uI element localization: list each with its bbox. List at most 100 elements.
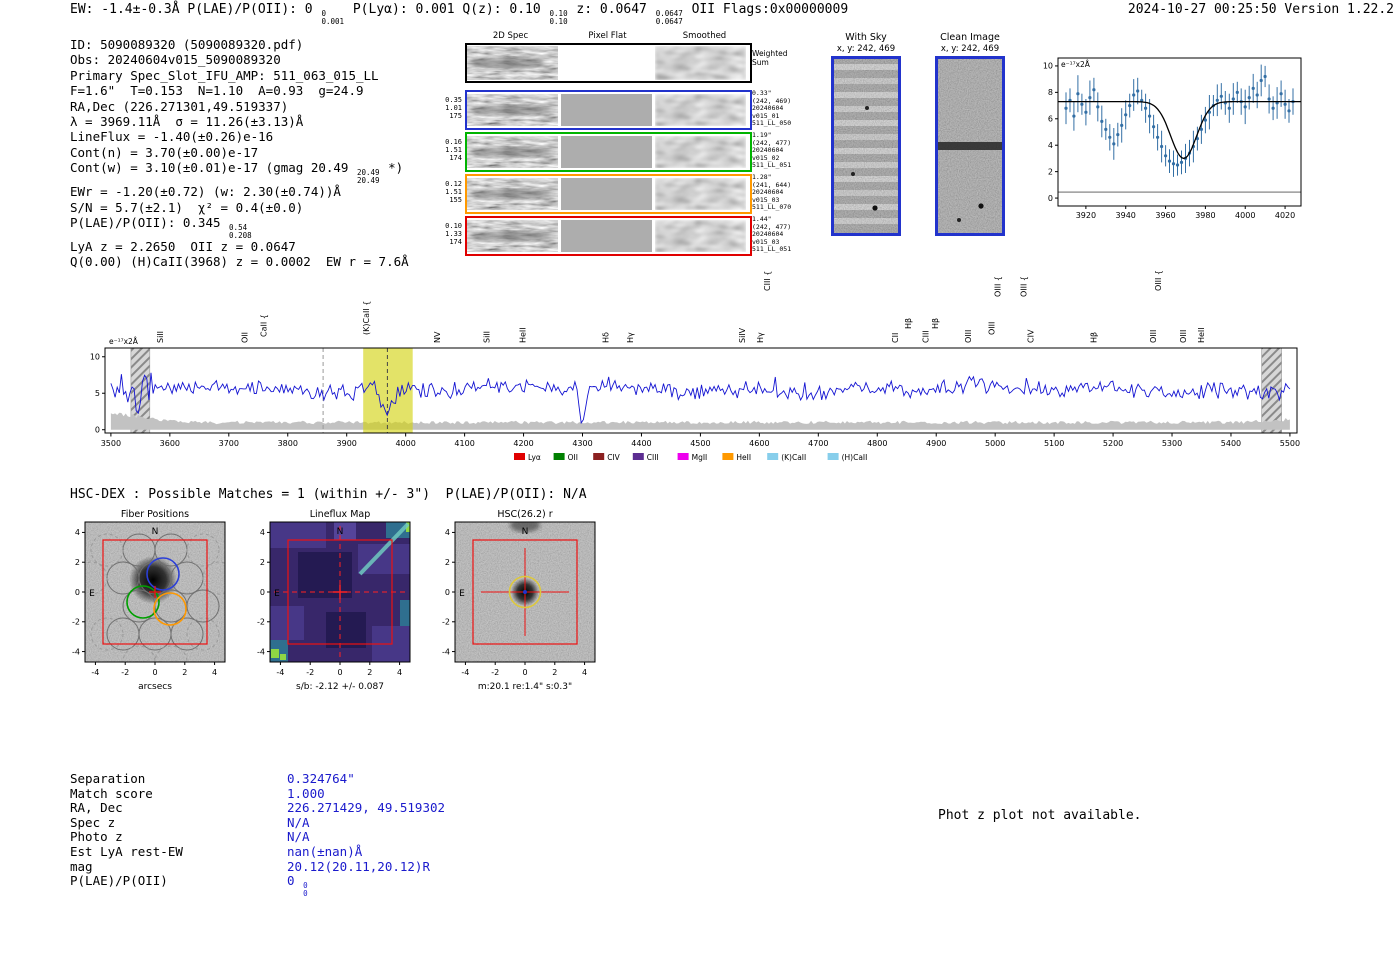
fiber-row-id-labels: 1.19" (242, 477) 20240604 v015_02 511_LL_051 bbox=[752, 131, 792, 170]
info-line: S/N = 5.7(±2.1) χ² = 0.4(±0.0) bbox=[70, 199, 304, 215]
masked-region bbox=[1261, 347, 1282, 434]
match-field-label: Match score bbox=[70, 785, 153, 801]
timestamp-version: 2024-10-27 00:25:50 Version 1.22.2 bbox=[1127, 2, 1394, 17]
photz-unavailable-note: Phot z plot not available. bbox=[938, 808, 1142, 823]
svg-text:8: 8 bbox=[1048, 88, 1053, 97]
weighted-2dspec-image bbox=[467, 46, 558, 80]
flux-patch bbox=[270, 606, 304, 640]
spectral-line-labels: SiII OII CaII {(K)CaII {NV SiII HeII Hδ Hγ SiIV… bbox=[156, 270, 1206, 343]
svg-text:-2: -2 bbox=[121, 668, 129, 677]
cutout-title: Fiber Positions bbox=[121, 509, 189, 520]
info-line: P(LAE)/P(OII): 0.345 0.54 0.208 bbox=[70, 215, 252, 240]
detection-info-block: ID: 5090089320 (5090089320.pdf) Obs: 2024… bbox=[70, 37, 409, 270]
svg-text:0: 0 bbox=[445, 588, 450, 597]
compass-east: E bbox=[274, 589, 280, 599]
svg-text:2: 2 bbox=[552, 668, 557, 677]
match-field-label: RA, Dec bbox=[70, 800, 123, 816]
svg-text:-2: -2 bbox=[257, 618, 265, 627]
svg-text:-4: -4 bbox=[91, 668, 99, 677]
source-trace-band bbox=[937, 142, 1003, 150]
weighted-pixelflat-image bbox=[561, 46, 652, 80]
svg-text:0: 0 bbox=[95, 426, 100, 435]
match-field-value: N/A bbox=[287, 829, 310, 845]
legend-label: Lyα bbox=[528, 453, 541, 462]
svg-text:0: 0 bbox=[1048, 194, 1053, 203]
line-fit-zoom-chart: 0 2 4 6 8 10 3920 3940 3960 3980 4000 4020 e⁻¹⁷x2Å bbox=[1030, 48, 1305, 232]
legend-swatch bbox=[722, 453, 734, 460]
svg-text:2: 2 bbox=[367, 668, 372, 677]
cutout-svg: HSC(26.2) r N E -4 -4 -2 -2 0 0 2 2 4 4 m:20.1 re:1… bbox=[442, 509, 596, 692]
legend-label: CIV bbox=[607, 453, 620, 462]
match-table-row: Spec z N/A bbox=[70, 814, 445, 831]
svg-text:5100: 5100 bbox=[1044, 439, 1064, 448]
match-field-value: 1.000 bbox=[287, 785, 325, 801]
detection-highlight-band bbox=[363, 348, 413, 433]
info-line: LyA z = 2.2650 OII z = 0.0647 bbox=[70, 239, 296, 255]
spectral-line-label: OII bbox=[241, 332, 250, 343]
legend-label: MgII bbox=[692, 453, 708, 462]
info-line: RA,Dec (226.271301,49.519337) bbox=[70, 98, 289, 114]
legend-label: (H)CaII bbox=[842, 453, 868, 462]
zoom-chart-svg: 0 2 4 6 8 10 3920 3940 3960 3980 4000 4020 e⁻¹⁷x2Å bbox=[1043, 57, 1302, 220]
spec2d-fiber-row bbox=[465, 174, 752, 214]
match-field-value: 226.271429, 49.519302 bbox=[287, 800, 446, 816]
svg-text:0: 0 bbox=[152, 668, 157, 677]
cutout-svg: Fiber Positions N E -4 -4 -2 -2 0 0 2 2 4 4 arcsecs bbox=[72, 509, 226, 692]
fiber-smoothed-image bbox=[655, 178, 746, 210]
match-field-value: 20.12(20.11,20.12)R bbox=[287, 858, 430, 874]
stacked-uncertainty: 0.54 0.208 bbox=[229, 223, 252, 240]
svg-text:3600: 3600 bbox=[160, 439, 180, 448]
source-blob bbox=[129, 556, 177, 604]
fiber-row-id-labels: 1.44" (242, 477) 20240604 v015_03 511_LL_051 bbox=[752, 215, 792, 254]
svg-text:2: 2 bbox=[182, 668, 187, 677]
svg-text:4: 4 bbox=[1048, 141, 1053, 150]
flux-units-annotation: e⁻¹⁷x2Å bbox=[109, 337, 139, 346]
fiber-2dspec-image bbox=[467, 94, 558, 126]
spectral-line-label: CaII { bbox=[260, 314, 269, 337]
fiber-2dspec-image bbox=[467, 136, 558, 168]
spectral-line-label: Hγ bbox=[626, 332, 635, 343]
svg-text:4900: 4900 bbox=[926, 439, 946, 448]
svg-text:5300: 5300 bbox=[1162, 439, 1182, 448]
svg-text:5000: 5000 bbox=[985, 439, 1005, 448]
legend-swatch bbox=[677, 453, 689, 460]
spectral-line-label: CIII { bbox=[763, 271, 772, 291]
full-spectrum-chart: 0 5 10 3500 3600 3700 3800 3900 4000 4100 4200 4300… bbox=[68, 268, 1330, 472]
clean-image-title-text: Clean Image bbox=[940, 32, 1000, 43]
spectral-line-label: OIII bbox=[988, 322, 997, 335]
elixer-report-page: EW: -1.4±-0.3Å P(LAE)/P(OII): 0 0 0.001 P… bbox=[0, 0, 1400, 953]
info-line: λ = 3969.11Å σ = 11.26(±3.13)Å bbox=[70, 114, 304, 130]
spectral-line-label: OIII { bbox=[1019, 276, 1028, 297]
cutout-panel: Fiber Positions N E -4 -4 -2 -2 0 0 2 2 4 4 arcsecs bbox=[55, 508, 240, 717]
match-field-value: N/A bbox=[287, 814, 310, 830]
spectral-line-label: HeII bbox=[518, 327, 527, 343]
summary-line: EW: -1.4±-0.3Å P(LAE)/P(OII): 0 0 0.001 P… bbox=[70, 2, 849, 26]
spectral-line-label: Hβ bbox=[904, 318, 913, 329]
hsc-match-header: HSC-DEX : Possible Matches = 1 (within +… bbox=[70, 487, 587, 502]
weighted-sum-label-line2: Sum bbox=[752, 57, 769, 67]
compass-east: E bbox=[459, 589, 465, 599]
svg-text:-4: -4 bbox=[72, 647, 80, 656]
compass-north: N bbox=[337, 527, 344, 537]
with-sky-title-text: With Sky bbox=[845, 32, 887, 43]
fiber-smoothed-image bbox=[655, 94, 746, 126]
with-sky-image bbox=[831, 56, 901, 236]
spectral-line-label: SiII bbox=[156, 331, 165, 343]
stacked-uncertainty: 00 bbox=[303, 881, 308, 898]
match-field-label: P(LAE)/P(OII) bbox=[70, 873, 168, 889]
spectral-line-label: (K)CaII { bbox=[362, 301, 371, 335]
fiber-row-weights: 0.35 1.01 175 bbox=[445, 96, 462, 120]
match-field-label: Spec z bbox=[70, 814, 116, 830]
fiber-row-weights: 0.10 1.33 174 bbox=[445, 222, 462, 246]
info-line: F=1.6" T=0.153 N=1.10 A=0.93 g=24.9 bbox=[70, 83, 364, 99]
match-field-value: 0.324764" bbox=[287, 771, 355, 786]
spectral-line-label: CII bbox=[891, 333, 900, 343]
legend-swatch bbox=[767, 453, 779, 460]
svg-text:4700: 4700 bbox=[808, 439, 828, 448]
spectral-line-label: OIII bbox=[1179, 330, 1188, 343]
spectral-line-label: OIII bbox=[964, 330, 973, 343]
legend-label: CIII bbox=[647, 453, 659, 462]
fiber-pixelflat-image bbox=[561, 178, 652, 210]
col-header-pixelflat: Pixel Flat bbox=[588, 31, 627, 41]
svg-text:3980: 3980 bbox=[1195, 211, 1215, 220]
